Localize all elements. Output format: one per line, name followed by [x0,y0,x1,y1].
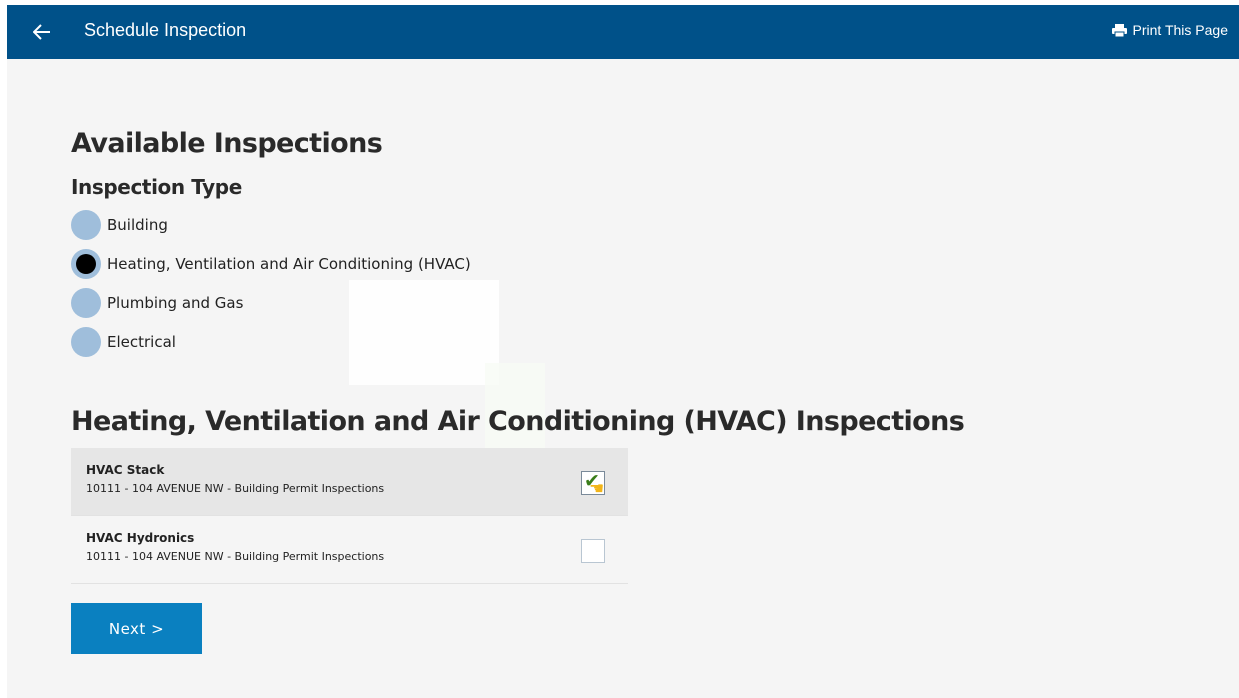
radio-hvac[interactable]: Heating, Ventilation and Air Conditionin… [71,249,471,279]
main-content: Available Inspections Inspection Type Bu… [71,5,1221,698]
inspection-name: HVAC Stack [86,463,165,477]
inspection-address: 10111 - 104 AVENUE NW - Building Permit … [86,550,385,563]
radio-button[interactable] [71,288,101,318]
list-item-hvac-stack[interactable]: HVAC Stack 10111 - 104 AVENUE NW - Build… [71,448,628,516]
hand-pointer-icon: ☚ [589,479,605,499]
radio-building[interactable]: Building [71,210,471,240]
arrow-left-icon [33,24,50,40]
inspection-list: HVAC Stack 10111 - 104 AVENUE NW - Build… [71,448,628,584]
hvac-inspections-heading: Heating, Ventilation and Air Conditionin… [71,406,965,437]
next-button[interactable]: Next > [71,603,202,654]
back-button[interactable] [27,17,57,47]
inspection-name: HVAC Hydronics [86,531,195,545]
radio-button[interactable] [71,327,101,357]
radio-label: Electrical [107,333,176,351]
radio-button[interactable] [71,210,101,240]
inspection-address: 10111 - 104 AVENUE NW - Building Permit … [86,482,385,495]
radio-label: Plumbing and Gas [107,294,244,312]
inspection-type-heading: Inspection Type [71,175,242,199]
radio-button-selected[interactable] [71,249,101,279]
radio-label: Heating, Ventilation and Air Conditionin… [107,255,471,273]
list-item-hvac-hydronics[interactable]: HVAC Hydronics 10111 - 104 AVENUE NW - B… [71,516,628,584]
available-inspections-heading: Available Inspections [71,128,383,159]
rendering-artifact [349,280,499,385]
radio-label: Building [107,216,168,234]
inspection-checkbox[interactable]: ✔ ☚ [581,470,605,499]
inspection-checkbox[interactable] [581,539,605,563]
app-frame: Schedule Inspection Print This Page Avai… [7,5,1239,698]
